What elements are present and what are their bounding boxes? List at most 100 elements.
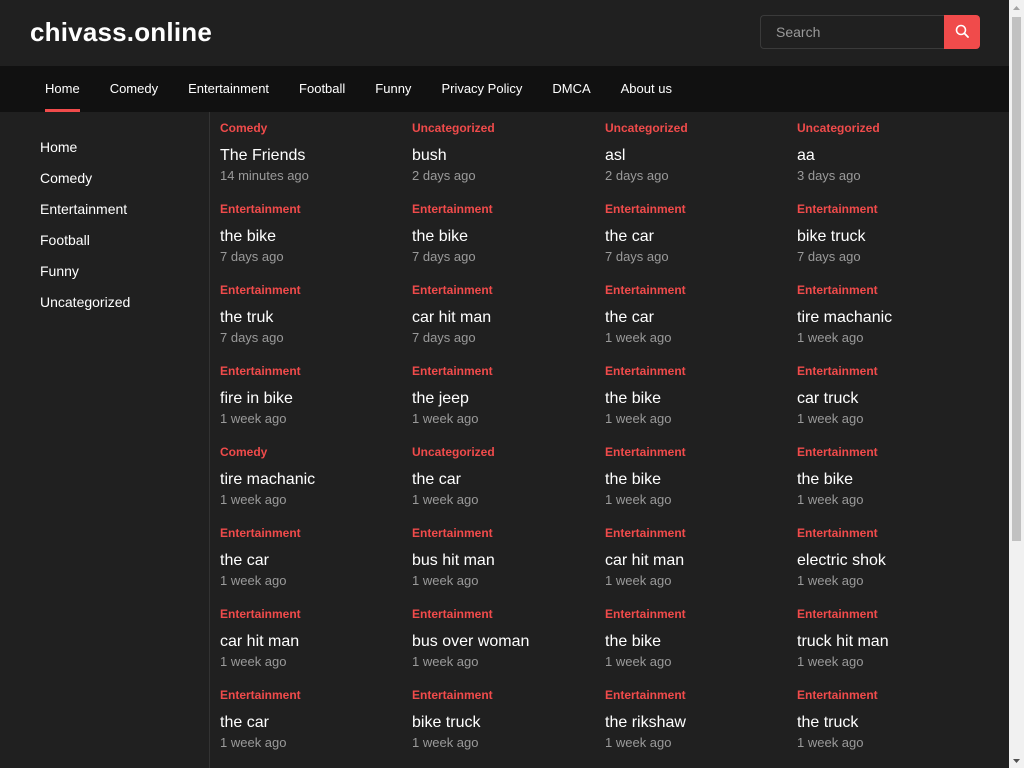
- post-title-link[interactable]: bush: [412, 146, 605, 166]
- post-title-link[interactable]: the car: [220, 713, 412, 733]
- post-title-link[interactable]: car hit man: [412, 308, 605, 328]
- post-timestamp: 1 week ago: [412, 654, 479, 669]
- post-category-link[interactable]: Entertainment: [412, 526, 605, 540]
- post-category-link[interactable]: Entertainment: [412, 283, 605, 297]
- post-title-link[interactable]: the bike: [605, 389, 797, 409]
- post-category-link[interactable]: Comedy: [220, 121, 412, 135]
- post-title-link[interactable]: the bike: [605, 470, 797, 490]
- post-title-link[interactable]: tire machanic: [220, 470, 412, 490]
- nav-item-funny[interactable]: Funny: [360, 66, 426, 112]
- nav-item-dmca[interactable]: DMCA: [537, 66, 605, 112]
- post-category-link[interactable]: Uncategorized: [412, 445, 605, 459]
- post-category-link[interactable]: Entertainment: [220, 526, 412, 540]
- post-card: Entertainment bus hit man 1 week ago: [412, 526, 605, 607]
- post-timestamp: 7 days ago: [412, 249, 476, 264]
- post-category-link[interactable]: Entertainment: [797, 607, 989, 621]
- nav-item-entertainment[interactable]: Entertainment: [173, 66, 284, 112]
- post-category-link[interactable]: Entertainment: [220, 283, 412, 297]
- post-title-link[interactable]: the car: [605, 308, 797, 328]
- sidebar-item-comedy[interactable]: Comedy: [40, 167, 209, 198]
- nav-item-comedy[interactable]: Comedy: [95, 66, 173, 112]
- post-title-link[interactable]: the bike: [605, 632, 797, 652]
- post-title-link[interactable]: aa: [797, 146, 989, 166]
- post-title-link[interactable]: car hit man: [605, 551, 797, 571]
- sidebar-item-football[interactable]: Football: [40, 229, 209, 260]
- post-timestamp: 1 week ago: [412, 411, 479, 426]
- post-category-link[interactable]: Entertainment: [412, 607, 605, 621]
- post-category-link[interactable]: Entertainment: [220, 688, 412, 702]
- post-category-link[interactable]: Entertainment: [220, 607, 412, 621]
- post-title-link[interactable]: car hit man: [220, 632, 412, 652]
- post-category-link[interactable]: Entertainment: [797, 445, 989, 459]
- arrow-down-icon[interactable]: [1009, 753, 1024, 768]
- sidebar-item-home[interactable]: Home: [40, 136, 209, 167]
- post-card: Entertainment car truck 1 week ago: [797, 364, 989, 445]
- post-category-link[interactable]: Uncategorized: [797, 121, 989, 135]
- scrollbar[interactable]: [1009, 0, 1024, 768]
- post-category-link[interactable]: Entertainment: [412, 364, 605, 378]
- post-title-link[interactable]: the car: [220, 551, 412, 571]
- post-category-link[interactable]: Entertainment: [605, 283, 797, 297]
- post-title-link[interactable]: the bike: [797, 470, 989, 490]
- search-button[interactable]: [944, 15, 980, 49]
- post-title-link[interactable]: the car: [412, 470, 605, 490]
- post-category-link[interactable]: Comedy: [220, 445, 412, 459]
- sidebar-item-uncategorized[interactable]: Uncategorized: [40, 291, 209, 322]
- post-title-link[interactable]: The Friends: [220, 146, 412, 166]
- nav-item-home[interactable]: Home: [30, 66, 95, 112]
- post-category-link[interactable]: Entertainment: [797, 526, 989, 540]
- post-title-link[interactable]: bus over woman: [412, 632, 605, 652]
- post-category-link[interactable]: Entertainment: [797, 688, 989, 702]
- post-card: Entertainment the bike 7 days ago: [412, 202, 605, 283]
- post-category-link[interactable]: Entertainment: [412, 202, 605, 216]
- post-title-link[interactable]: car truck: [797, 389, 989, 409]
- post-card: Comedy tire machanic 1 week ago: [220, 445, 412, 526]
- post-title-link[interactable]: the rikshaw: [605, 713, 797, 733]
- arrow-up-icon[interactable]: [1009, 0, 1024, 15]
- post-category-link[interactable]: Entertainment: [220, 364, 412, 378]
- post-category-link[interactable]: Entertainment: [605, 526, 797, 540]
- post-category-link[interactable]: Entertainment: [797, 364, 989, 378]
- post-title-link[interactable]: the truck: [797, 713, 989, 733]
- post-category-link[interactable]: Entertainment: [797, 283, 989, 297]
- post-category-link[interactable]: Entertainment: [412, 688, 605, 702]
- post-category-link[interactable]: Entertainment: [605, 445, 797, 459]
- post-category-link[interactable]: Entertainment: [605, 607, 797, 621]
- post-category-link[interactable]: Entertainment: [605, 688, 797, 702]
- post-category-link[interactable]: Uncategorized: [412, 121, 605, 135]
- post-card: Uncategorized aa 3 days ago: [797, 121, 989, 202]
- post-timestamp: 1 week ago: [220, 573, 287, 588]
- post-title-link[interactable]: the bike: [412, 227, 605, 247]
- post-title-link[interactable]: tire machanic: [797, 308, 989, 328]
- scrollbar-thumb[interactable]: [1012, 17, 1021, 541]
- post-category-link[interactable]: Entertainment: [605, 202, 797, 216]
- sidebar-item-funny[interactable]: Funny: [40, 260, 209, 291]
- post-card: Entertainment car hit man 1 week ago: [220, 607, 412, 688]
- post-category-link[interactable]: Entertainment: [605, 364, 797, 378]
- post-category-link[interactable]: Entertainment: [797, 202, 989, 216]
- post-title-link[interactable]: fire in bike: [220, 389, 412, 409]
- post-timestamp: 7 days ago: [220, 330, 284, 345]
- post-category-link[interactable]: Entertainment: [220, 202, 412, 216]
- post-title-link[interactable]: bike truck: [797, 227, 989, 247]
- sidebar-item-entertainment[interactable]: Entertainment: [40, 198, 209, 229]
- nav-item-about-us[interactable]: About us: [606, 66, 687, 112]
- post-category-link[interactable]: Uncategorized: [605, 121, 797, 135]
- post-card: Entertainment car hit man 7 days ago: [412, 283, 605, 364]
- post-title-link[interactable]: bus hit man: [412, 551, 605, 571]
- post-title-link[interactable]: the bike: [220, 227, 412, 247]
- post-title-link[interactable]: the jeep: [412, 389, 605, 409]
- post-title-link[interactable]: bike truck: [412, 713, 605, 733]
- nav-item-privacy-policy[interactable]: Privacy Policy: [426, 66, 537, 112]
- nav-item-football[interactable]: Football: [284, 66, 360, 112]
- post-title-link[interactable]: the car: [605, 227, 797, 247]
- post-title-link[interactable]: electric shok: [797, 551, 989, 571]
- post-timestamp: 1 week ago: [412, 573, 479, 588]
- content-area: Home Comedy Entertainment Football Funny Unca…: [0, 112, 1009, 768]
- post-title-link[interactable]: the truk: [220, 308, 412, 328]
- post-title-link[interactable]: truck hit man: [797, 632, 989, 652]
- search-input[interactable]: [760, 15, 944, 49]
- site-logo[interactable]: chivass.online: [30, 17, 212, 48]
- post-title-link[interactable]: asl: [605, 146, 797, 166]
- post-card: Entertainment truck hit man 1 week ago: [797, 607, 989, 688]
